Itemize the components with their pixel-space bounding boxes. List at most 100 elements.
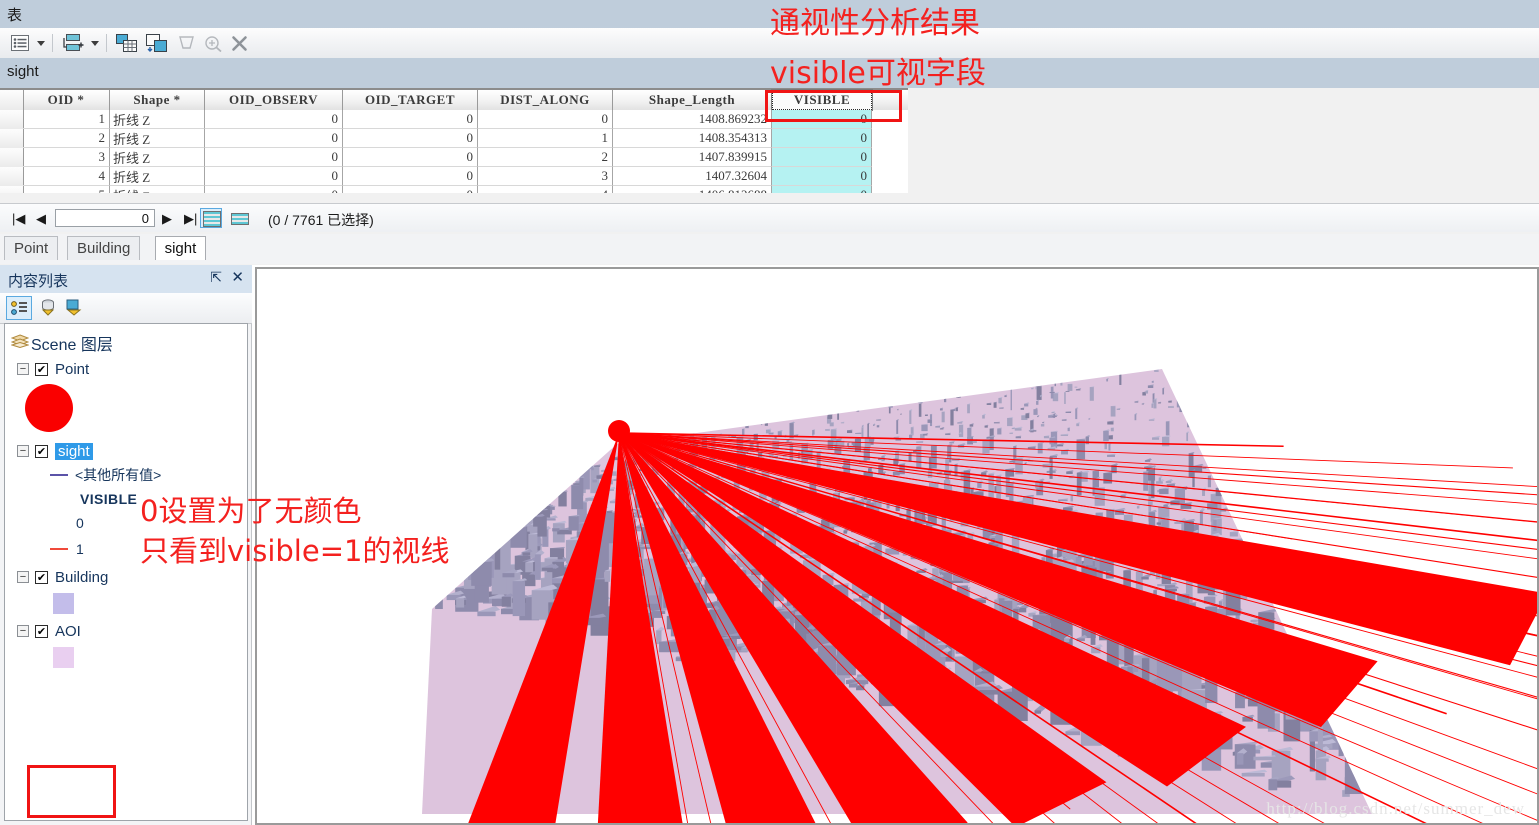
column-header-visible[interactable]: VISIBLE (771, 89, 873, 111)
cell-oid_target[interactable]: 0 (343, 186, 478, 193)
toc-layer-sight[interactable]: − ✔ sight (5, 440, 259, 462)
table-tab-sight[interactable]: sight (154, 236, 207, 260)
row-selector[interactable] (0, 148, 24, 168)
cell-visible[interactable]: 0 (772, 186, 872, 193)
cell-dist_along[interactable]: 2 (478, 148, 613, 167)
expander-icon[interactable]: − (17, 363, 29, 375)
select-by-attributes-icon[interactable] (114, 32, 140, 54)
layer-name-label[interactable]: Point (55, 361, 89, 378)
select-all-corner[interactable] (0, 90, 24, 111)
close-icon[interactable]: ✕ (231, 268, 244, 286)
cell-shape_length[interactable]: 1408.869232 (613, 110, 772, 129)
first-record-button[interactable]: |◀ (12, 211, 25, 227)
table-row[interactable]: 2 折线 Z 0 0 1 1408.354313 0 (0, 129, 908, 149)
cell-oid[interactable]: 1 (23, 110, 110, 129)
toc-layer-point[interactable]: − ✔ Point (5, 358, 259, 380)
cell-shape[interactable]: 折线 Z (110, 129, 205, 148)
cell-oid[interactable]: 3 (23, 148, 110, 167)
cell-shape[interactable]: 折线 Z (110, 148, 205, 167)
layer-visibility-checkbox[interactable]: ✔ (35, 444, 48, 458)
annotation-top-line2: visible可视字段 (770, 56, 986, 91)
line-swatch-other (50, 474, 68, 476)
cell-oid[interactable]: 5 (23, 186, 110, 193)
column-header-dist_along[interactable]: DIST_ALONG (478, 90, 613, 110)
table-row[interactable]: 5折线 Z0041406.8126880 (0, 186, 908, 193)
table-tab-building[interactable]: Building (67, 236, 141, 260)
cell-oid_observ[interactable]: 0 (205, 110, 343, 129)
row-selector[interactable] (0, 110, 24, 130)
cell-shape[interactable]: 折线 Z (110, 186, 205, 193)
layer-name-label[interactable]: sight (55, 442, 93, 460)
pin-icon[interactable]: ⇱ (210, 269, 222, 286)
list-by-source-icon[interactable] (36, 296, 60, 318)
cell-dist_along[interactable]: 3 (478, 167, 613, 186)
cell-shape_length[interactable]: 1408.354313 (613, 129, 772, 148)
cell-oid_target[interactable]: 0 (343, 167, 478, 186)
cell-visible[interactable]: 0 (772, 129, 872, 148)
expander-icon[interactable]: − (17, 445, 29, 457)
cell-oid[interactable]: 4 (23, 167, 110, 186)
table-tab-point[interactable]: Point (4, 236, 59, 260)
cell-dist_along[interactable]: 4 (478, 186, 613, 193)
column-header-oid[interactable]: OID * (23, 90, 110, 110)
layer-visibility-checkbox[interactable]: ✔ (35, 624, 48, 638)
cell-dist_along[interactable]: 0 (478, 110, 613, 129)
table-layer-tabs: Point Building sight (0, 234, 1539, 264)
cell-oid_observ[interactable]: 0 (205, 129, 343, 148)
cell-shape[interactable]: 折线 Z (110, 110, 205, 129)
expander-icon[interactable]: − (17, 571, 29, 583)
previous-record-button[interactable]: ◀ (36, 211, 46, 227)
cell-shape_length[interactable]: 1407.32604 (613, 167, 772, 186)
row-selector[interactable] (0, 186, 24, 193)
list-by-selection-icon[interactable] (62, 296, 86, 318)
table-row[interactable]: 4 折线 Z 0 0 3 1407.32604 0 (0, 167, 908, 187)
cell-oid[interactable]: 2 (23, 129, 110, 148)
layer-visibility-checkbox[interactable]: ✔ (35, 362, 48, 376)
cell-oid_observ[interactable]: 0 (205, 148, 343, 167)
cell-oid_target[interactable]: 0 (343, 148, 478, 167)
last-record-button[interactable]: ▶| (184, 211, 197, 227)
switch-selection-icon[interactable] (144, 32, 170, 54)
cell-dist_along[interactable]: 1 (478, 129, 613, 148)
delete-icon[interactable] (228, 32, 250, 54)
related-tables-icon[interactable] (60, 32, 86, 54)
column-header-oid_observ[interactable]: OID_OBSERV (205, 90, 343, 110)
toc-layer-tree[interactable]: Scene 图层 − ✔ Point − ✔ sight <其他所有值> VISIBLE 0 1− ✔… (4, 323, 248, 821)
column-header-oid_target[interactable]: OID_TARGET (343, 90, 478, 110)
list-by-drawing-order-icon[interactable] (6, 296, 32, 320)
cell-visible[interactable]: 0 (772, 110, 872, 129)
cell-visible[interactable]: 0 (772, 167, 872, 186)
next-record-button[interactable]: ▶ (162, 211, 172, 227)
show-all-records-button[interactable] (200, 208, 222, 228)
table-options-icon[interactable] (8, 32, 32, 54)
column-header-shape_length[interactable]: Shape_Length (613, 90, 772, 110)
column-header-shape[interactable]: Shape * (110, 90, 205, 110)
zoom-to-selected-icon[interactable] (176, 32, 198, 54)
show-selected-records-button[interactable] (228, 208, 250, 228)
cell-shape_length[interactable]: 1407.839915 (613, 148, 772, 167)
layer-name-label[interactable]: AOI (55, 623, 81, 640)
cell-oid_target[interactable]: 0 (343, 129, 478, 148)
annotation-mid-line2: 只看到visible=1的视线 (140, 534, 450, 568)
clear-selection-icon[interactable] (202, 32, 224, 54)
attribute-grid[interactable]: OID * Shape * OID_OBSERV OID_TARGET DIST_ALO… (0, 88, 908, 193)
current-record-input[interactable]: 0 (55, 209, 155, 227)
toc-root-scene-layers[interactable]: Scene 图层 (5, 332, 247, 354)
layer-name-label[interactable]: Building (55, 569, 108, 586)
cell-visible[interactable]: 0 (772, 148, 872, 167)
cell-oid_target[interactable]: 0 (343, 110, 478, 129)
related-dropdown-caret[interactable] (88, 32, 102, 54)
cell-oid_observ[interactable]: 0 (205, 167, 343, 186)
expander-icon[interactable]: − (17, 625, 29, 637)
layer-visibility-checkbox[interactable]: ✔ (35, 570, 48, 584)
cell-oid_observ[interactable]: 0 (205, 186, 343, 193)
cell-shape_length[interactable]: 1406.812688 (613, 186, 772, 193)
toc-layer-aoi[interactable]: − ✔ AOI (5, 620, 259, 642)
table-row[interactable]: 1 折线 Z 0 0 0 1408.869232 0 (0, 110, 908, 130)
scene-layers-label: Scene 图层 (31, 337, 113, 354)
table-row[interactable]: 3 折线 Z 0 0 2 1407.839915 0 (0, 148, 908, 168)
cell-shape[interactable]: 折线 Z (110, 167, 205, 186)
options-dropdown-caret[interactable] (34, 32, 48, 54)
row-selector[interactable] (0, 167, 24, 187)
row-selector[interactable] (0, 129, 24, 149)
